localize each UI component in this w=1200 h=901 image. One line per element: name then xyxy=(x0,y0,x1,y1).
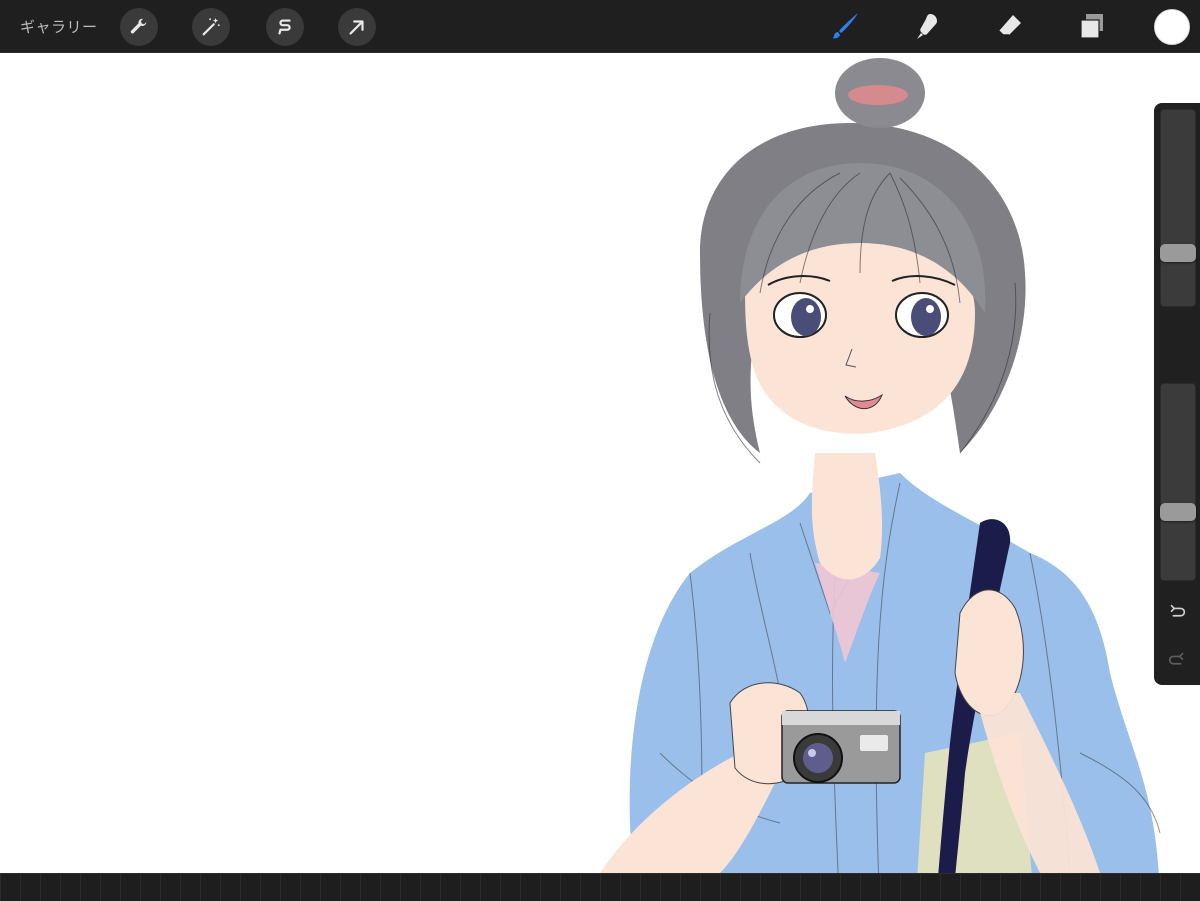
gallery-button[interactable]: ギャラリー xyxy=(20,16,98,37)
top-toolbar: ギャラリー xyxy=(0,0,1200,53)
transform-button[interactable] xyxy=(338,8,376,46)
smudge-tool-button[interactable] xyxy=(908,6,948,46)
layers-button[interactable] xyxy=(1072,6,1112,46)
undo-icon xyxy=(1170,604,1186,617)
sidebar-controls xyxy=(1154,103,1200,685)
magic-wand-icon xyxy=(202,17,220,36)
brush-tool-button[interactable] xyxy=(826,6,866,46)
camera xyxy=(781,710,901,784)
selection-button[interactable] xyxy=(266,8,304,46)
actions-button[interactable] xyxy=(120,8,158,46)
brush-size-thumb[interactable] xyxy=(1160,243,1196,262)
wrench-icon xyxy=(130,18,147,34)
hair-tie xyxy=(848,85,908,105)
color-picker-button[interactable] xyxy=(1154,9,1190,45)
bottom-bar xyxy=(0,873,1200,901)
redo-icon xyxy=(1168,652,1184,665)
transform-arrow-icon xyxy=(349,20,364,35)
sketch-artwork xyxy=(600,58,1161,873)
drawing-canvas[interactable] xyxy=(0,53,1200,873)
eraser-tool-button[interactable] xyxy=(990,6,1030,46)
undo-button[interactable] xyxy=(1161,597,1193,629)
eraser-icon xyxy=(998,15,1021,36)
adjustments-button[interactable] xyxy=(192,8,230,46)
opacity-thumb[interactable] xyxy=(1160,503,1196,522)
brush-size-slider[interactable] xyxy=(1160,109,1196,307)
opacity-slider[interactable] xyxy=(1160,383,1196,581)
selection-icon xyxy=(278,19,291,35)
redo-button[interactable] xyxy=(1161,645,1193,677)
brush-icon xyxy=(832,13,858,39)
layers-icon xyxy=(1080,14,1103,39)
neck xyxy=(811,453,883,580)
smudge-icon xyxy=(917,14,937,39)
